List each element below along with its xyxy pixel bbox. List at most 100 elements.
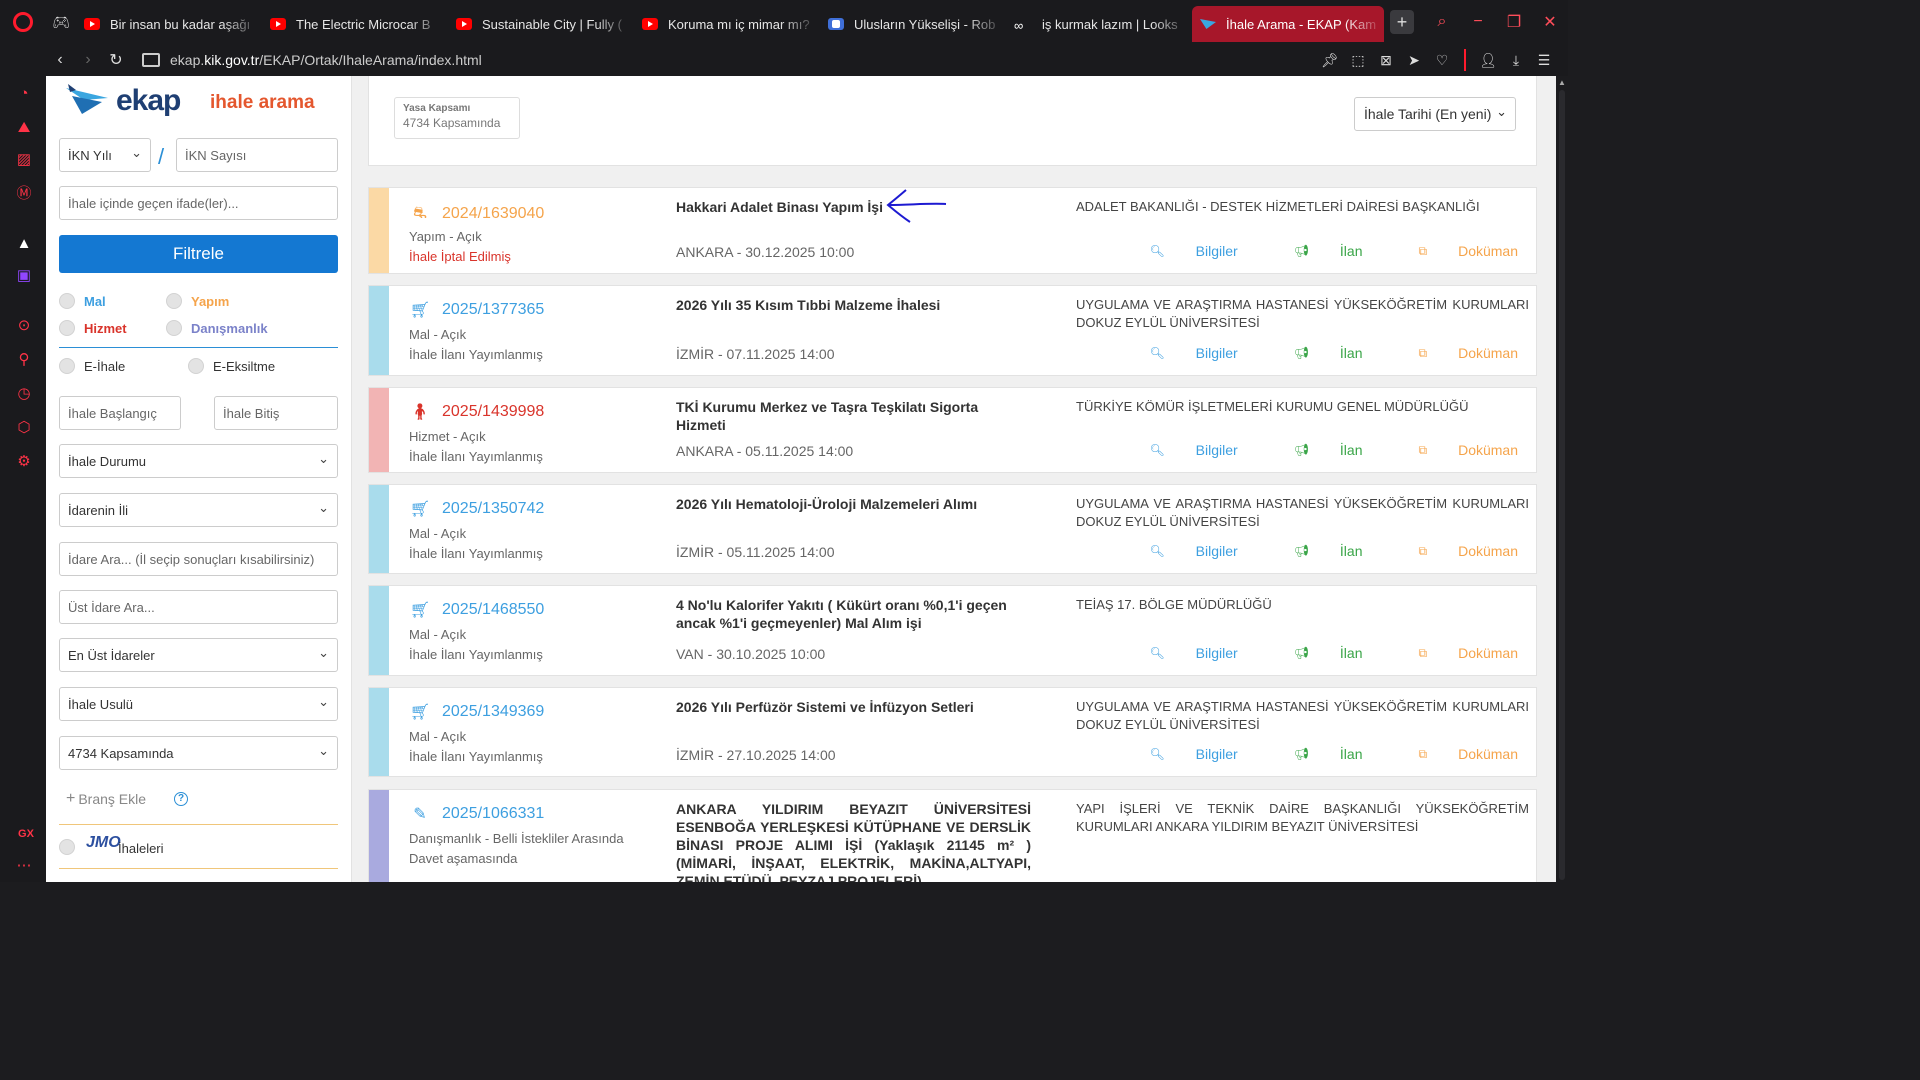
gx-control-icon[interactable]: ▨ [14,150,34,170]
ikn-link[interactable]: ⛐ 2024/1639040 [409,204,544,224]
help-icon[interactable]: ? [174,792,188,806]
scope-chip[interactable]: Yasa Kapsamı 4734 Kapsamında [394,97,520,139]
more-icon[interactable]: ⋯ [14,856,34,876]
e-ihale-radio[interactable]: E-İhale [59,358,125,374]
menu-icon[interactable]: ☰ [1530,52,1558,69]
back-icon[interactable]: ‹ [46,51,74,69]
gamepad-icon[interactable]: 🎮︎ [46,14,76,31]
ikn-year-select[interactable]: İKN Yılı [59,138,151,172]
notice-button[interactable]: 📢︎ İlan [1266,243,1363,259]
maximize-icon[interactable]: ❐ [1496,12,1532,32]
browser-tab[interactable]: The Electric Microcar B [262,6,448,42]
browser-tab[interactable]: Sustainable City | Fully ( [448,6,634,42]
procurement-title[interactable]: TKİ Kurumu Merkez ve Taşra Teşkilatı Sig… [676,398,1031,434]
scope-select[interactable]: 4734 Kapsamında [59,736,338,770]
procurement-title[interactable]: 2026 Yılı Perfüzör Sistemi ve İnfüzyon S… [676,698,1031,716]
twitch-icon[interactable]: ▣ [14,266,34,286]
gx-corner-icon[interactable]: ⛰︎ [14,118,34,138]
add-branch-button[interactable]: + Branş Ekle [66,790,146,808]
notice-button[interactable]: 📢︎ İlan [1266,645,1363,661]
document-button[interactable]: ⧉ Doküman [1391,645,1519,661]
document-button[interactable]: ⧉ Doküman [1391,345,1519,361]
minimize-icon[interactable]: − [1460,13,1496,31]
procurement-title[interactable]: 2026 Yılı Hematoloji-Üroloji Malzemeleri… [676,495,1031,513]
new-tab-button[interactable]: + [1390,10,1414,34]
sort-select[interactable]: İhale Tarihi (En yeni) [1354,97,1516,131]
end-date-field[interactable]: İhale Bitiş [214,396,338,430]
info-button[interactable]: 🔍︎ Bilgiler [1121,345,1237,361]
type-radio-danismanlik[interactable]: Danışmanlık [166,320,268,336]
snapshot-icon[interactable]: ⬚ [1344,52,1372,69]
profile-icon[interactable]: 👤︎ [1474,52,1502,69]
browser-tab-active[interactable]: İhale Arama - EKAP (Kamu [1192,6,1384,42]
notice-button[interactable]: 📢︎ İlan [1266,345,1363,361]
info-button[interactable]: 🔍︎ Bilgiler [1121,746,1237,762]
notice-button[interactable]: 📢︎ İlan [1266,746,1363,762]
notice-button[interactable]: 📢︎ İlan [1266,543,1363,559]
adblock-icon[interactable]: ⊠ [1372,52,1400,69]
upper-admin-search-input[interactable]: Üst İdare Ara... [59,590,338,624]
ikn-link[interactable]: 🛒︎ 2025/1377365 [409,300,544,320]
forward-icon[interactable]: › [74,51,102,69]
category-color-bar [369,188,389,273]
reload-icon[interactable]: ↻ [102,50,130,70]
ikn-number-field[interactable]: İKN Sayısı [176,138,338,172]
gx-icon[interactable]: GX [16,824,36,844]
info-button[interactable]: 🔍︎ Bilgiler [1121,442,1237,458]
pin-board-icon[interactable]: ⚲ [14,350,34,370]
document-button[interactable]: ⧉ Doküman [1391,442,1519,458]
send-icon[interactable]: ➤ [1400,52,1428,69]
document-button[interactable]: ⧉ Doküman [1391,543,1519,559]
lock-icon[interactable] [142,53,160,67]
close-icon[interactable]: ✕ [1532,12,1568,32]
ekap-logo[interactable]: ekap ihale arama [66,78,336,124]
procurement-title[interactable]: Hakkari Adalet Binası Yapım İşi [676,198,1031,216]
page-scrollbar[interactable]: ▲ [1556,76,1568,882]
search-tabs-icon[interactable]: ⌕ [1424,13,1460,31]
browser-tab[interactable]: Bir insan bu kadar aşağı [76,6,262,42]
e-eksiltme-radio[interactable]: E-Eksiltme [188,358,275,374]
document-button[interactable]: ⧉ Doküman [1391,243,1519,259]
browser-tab[interactable]: Koruma mı iç mimar mı? [634,6,820,42]
procurement-title[interactable]: 4 No'lu Kalorifer Yakıtı ( Kükürt oranı … [676,596,1031,632]
url-field[interactable]: ekap.kik.gov.tr/EKAP/Ortak/IhaleArama/in… [170,52,482,68]
info-button[interactable]: 🔍︎ Bilgiler [1121,645,1237,661]
notice-button[interactable]: 📢︎ İlan [1266,442,1363,458]
download-icon[interactable]: ⤓ [1502,52,1530,69]
document-button[interactable]: ⧉ Doküman [1391,746,1519,762]
ikn-link[interactable]: 🧍︎ 2025/1439998 [409,402,544,422]
procurement-title[interactable]: 2026 Yılı 35 Kısım Tıbbi Malzeme İhalesi [676,296,1031,314]
ikn-link[interactable]: 🛒︎ 2025/1468550 [409,600,544,620]
top-admin-select[interactable]: En Üst İdareler [59,638,338,672]
browser-tab[interactable]: ∞ iş kurmak lazım | Looks [1006,6,1192,42]
location-date: ANKARA - 30.12.2025 10:00 [676,244,855,260]
speed-dial-icon[interactable]: ◔ [14,84,34,104]
filter-button[interactable]: Filtrele [59,235,338,273]
phrase-search-input[interactable]: İhale içinde geçen ifade(ler)... [59,186,338,220]
browser-tab[interactable]: Ulusların Yükselişi - Rob [820,6,1006,42]
ikn-link[interactable]: 🛒︎ 2025/1350742 [409,499,544,519]
status-select[interactable]: İhale Durumu [59,444,338,478]
music-icon[interactable]: Ⓜ [14,184,34,204]
heart-icon[interactable]: ♡ [1428,52,1456,69]
ikn-link[interactable]: ✎ 2025/1066331 [409,804,544,824]
history-icon[interactable]: ◷ [14,384,34,404]
type-radio-yapim[interactable]: Yapım [166,293,229,309]
info-button[interactable]: 🔍︎ Bilgiler [1121,543,1237,559]
procurement-title[interactable]: ANKARA YILDIRIM BEYAZIT ÜNİVERSİTESİ ESE… [676,800,1031,882]
extensions-icon[interactable]: ⬡ [14,418,34,438]
type-radio-hizmet[interactable]: Hizmet [59,320,127,336]
province-select[interactable]: İdarenin İli [59,493,338,527]
pin-icon[interactable]: 📌︎ [1316,52,1344,69]
info-button[interactable]: 🔍︎ Bilgiler [1121,243,1237,259]
type-radio-mal[interactable]: Mal [59,293,106,309]
start-date-field[interactable]: İhale Başlangıç [59,396,181,430]
aria-icon[interactable]: ▲ [14,234,34,254]
ikn-link[interactable]: 🛒︎ 2025/1349369 [409,702,544,722]
method-select[interactable]: İhale Usulü [59,687,338,721]
player-icon[interactable]: ⊙ [14,316,34,336]
opera-logo-icon[interactable] [0,0,46,44]
jmo-radio[interactable] [59,839,84,855]
settings-icon[interactable]: ⚙︎ [14,452,34,472]
admin-search-input[interactable]: İdare Ara... (İl seçip sonuçları kısabil… [59,542,338,576]
